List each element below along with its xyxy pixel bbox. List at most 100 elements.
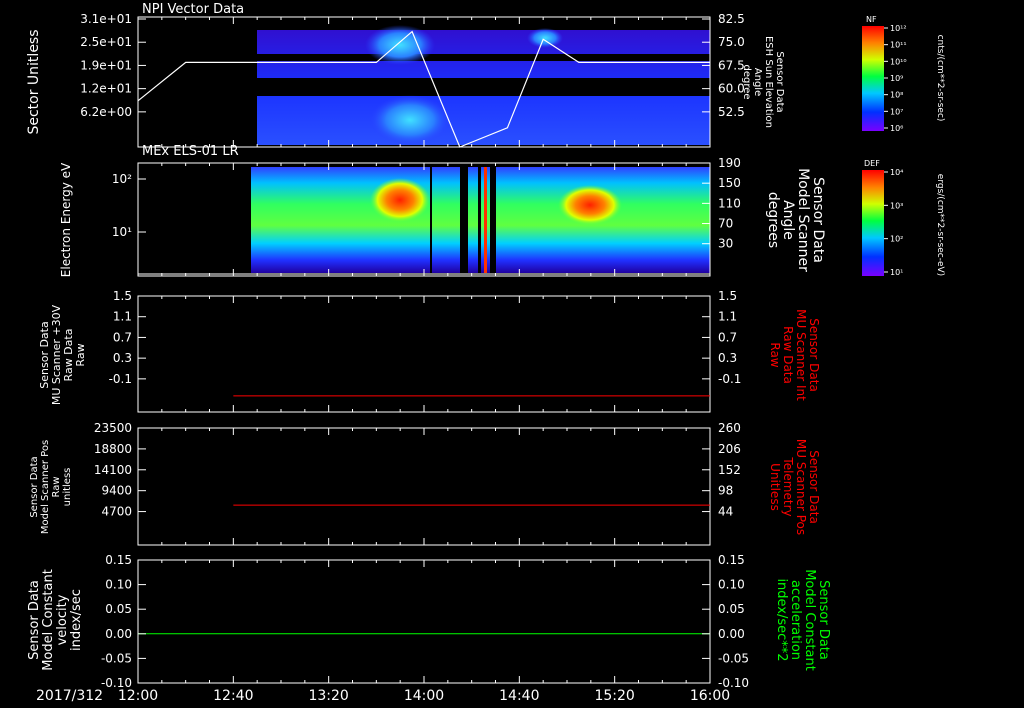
els-data-gap <box>460 167 468 273</box>
scanner-pos-frame <box>137 427 711 546</box>
y2-tick-label: 260 <box>718 421 741 435</box>
time-tick-label: 14:40 <box>499 688 539 704</box>
colorbar-tick-label: 10⁶ <box>890 124 903 133</box>
y2-tick-label: -0.1 <box>718 372 741 386</box>
els-energy-hotspot <box>370 178 430 222</box>
y2-tick-label: 1.5 <box>718 289 737 303</box>
colorbar-tick-label: 10⁹ <box>890 74 903 83</box>
y-tick-label: 0.00 <box>105 627 132 641</box>
npi-y2label-line: Angle <box>752 68 763 96</box>
colorbar-tick-label: 10¹ <box>890 268 903 277</box>
time-tick-label: 15:20 <box>594 688 634 704</box>
els-panel-title: MEx ELS-01 LR <box>142 144 239 159</box>
scanner-pos-ylabel-line: Model Scanner Pos <box>40 440 51 534</box>
raw-data-y2label-line: Raw Data <box>781 326 795 384</box>
npi-panel-title: NPI Vector Data <box>142 2 244 17</box>
y-tick-label: 9400 <box>101 484 132 498</box>
raw-data-panel: 1.5 1.1 0.7 0.3 -0.1 1.5 1.1 0.7 0.3 -0.1 Sensor … <box>38 289 821 413</box>
y2-tick-label: 0.10 <box>718 578 745 592</box>
y-tick-label: 1.2e+01 <box>80 82 132 96</box>
y2-tick-label: 150 <box>718 176 741 190</box>
els-y2label-line: Angle <box>780 200 796 240</box>
npi-flux-enhancement <box>365 25 435 65</box>
scanner-pos-panel: 23500 18800 14100 9400 4700 260 206 152 98 44 Sen… <box>29 421 821 546</box>
els-ylabel: Electron Energy eV <box>59 162 73 277</box>
y-tick-label: 0.10 <box>105 578 132 592</box>
scanner-pos-y2label-line: Telemetry <box>781 456 795 516</box>
y2-tick-label: 60.0 <box>718 82 745 96</box>
y-tick-label: 1.9e+01 <box>80 58 132 72</box>
date-label: 2017/312 <box>36 688 103 704</box>
scanner-pos-y2label: Sensor Data MU Scanner Pos Telemetry Uni… <box>768 439 821 535</box>
def-colorbar: DEF 10⁴ 10³ 10² 10¹ ergs/(cm**2-sr-sec-eV) <box>862 159 945 277</box>
raw-data-y2label-line: MU Scanner Int <box>794 309 808 401</box>
npi-y2label-line: degree <box>741 64 752 99</box>
velocity-y2label-line: Model Constant <box>802 569 817 671</box>
raw-data-y2label-line: Raw <box>768 342 782 367</box>
velocity-ylabel-line: velocity <box>55 594 70 645</box>
velocity-y2label-line: Sensor Data <box>816 580 831 660</box>
y-tick-label: -0.05 <box>101 651 132 665</box>
scanner-pos-ylabel: Sensor Data Model Scanner Pos Raw unitle… <box>29 440 73 534</box>
nf-colorbar: NF 10¹² 10¹¹ 10¹⁰ 10⁹ 10⁸ 10⁷ 10⁶ cnts/(cm**2-… <box>862 15 945 133</box>
y-tick-label: 3.1e+01 <box>80 12 132 26</box>
els-y2label: Sensor Data Model Scanner Angle degrees <box>765 168 826 272</box>
npi-flux-enhancement <box>370 95 450 145</box>
npi-flux-enhancement <box>527 28 563 48</box>
y-tick-label: 10² <box>112 172 132 186</box>
y2-tick-label: 0.00 <box>718 627 745 641</box>
def-colorbar-gradient <box>862 170 884 276</box>
colorbar-tick-label: 10³ <box>890 201 903 210</box>
npi-gap-band <box>257 54 710 61</box>
velocity-ylabel-line: Model Constant <box>41 569 56 671</box>
def-colorbar-ticks: 10⁴ 10³ 10² 10¹ <box>884 168 903 277</box>
time-tick-label: 16:00 <box>690 688 730 704</box>
y-tick-label: 4700 <box>101 505 132 519</box>
scanner-pos-ylabel-line: Sensor Data <box>29 456 40 517</box>
colorbar-tick-label: 10⁴ <box>890 168 903 177</box>
colorbar-tick-label: 10¹¹ <box>890 41 907 50</box>
colorbar-tick-label: 10¹² <box>890 24 907 33</box>
velocity-ylabel: Sensor Data Model Constant velocity inde… <box>27 569 84 671</box>
y-tick-label: 0.05 <box>105 602 132 616</box>
y-tick-label: 1.1 <box>113 310 132 324</box>
colorbar-tick-label: 10⁷ <box>890 107 903 116</box>
raw-data-frame <box>137 295 711 413</box>
y2-tick-label: 82.5 <box>718 12 745 26</box>
y-tick-label: 1.5 <box>113 289 132 303</box>
y-tick-label: 10¹ <box>112 225 132 239</box>
nf-colorbar-ticks: 10¹² 10¹¹ 10¹⁰ 10⁹ 10⁸ 10⁷ 10⁶ <box>884 24 907 133</box>
els-data-gap <box>430 167 432 273</box>
y2-tick-label: 44 <box>718 505 733 519</box>
scanner-pos-y2label-line: Unitless <box>768 463 782 511</box>
npi-panel: NPI Vector Data 3.1e+01 2.5e+01 1.9e+01 1.2… <box>26 2 785 148</box>
nf-colorbar-label: cnts/(cm**2-sr-sec) <box>935 35 945 122</box>
y-tick-label: 2.5e+01 <box>80 35 132 49</box>
scanner-pos-ylabel-line: unitless <box>62 468 73 507</box>
y2-tick-label: 98 <box>718 484 733 498</box>
y2-tick-label: 110 <box>718 196 741 210</box>
velocity-y2label-line: acceleration <box>788 580 803 660</box>
raw-data-y2label: Sensor Data MU Scanner Int Raw Data Raw <box>768 309 821 401</box>
y-tick-label: 14100 <box>94 463 132 477</box>
y-tick-label: 0.7 <box>113 330 132 344</box>
velocity-ylabel-line: Sensor Data <box>27 580 42 660</box>
y2-tick-label: 1.1 <box>718 310 737 324</box>
y2-tick-label: 0.3 <box>718 351 737 365</box>
els-y2label-line: Sensor Data <box>810 177 826 263</box>
scanner-pos-y2label-line: MU Scanner Pos <box>794 439 808 535</box>
nf-colorbar-title: NF <box>866 15 877 24</box>
els-data-gap <box>478 167 481 273</box>
npi-y2label-line: ESH Sun Elevation <box>763 36 774 128</box>
npi-gap-band <box>257 78 710 96</box>
velocity-frame <box>137 559 711 684</box>
y-tick-label: 18800 <box>94 442 132 456</box>
time-tick-label: 13:20 <box>308 688 348 704</box>
nf-colorbar-gradient <box>862 26 884 131</box>
y2-tick-label: 152 <box>718 463 741 477</box>
def-colorbar-title: DEF <box>864 159 880 168</box>
colorbar-tick-label: 10¹⁰ <box>890 57 907 66</box>
velocity-y2label: Sensor Data Model Constant acceleration … <box>774 569 831 671</box>
velocity-ylabel-line: index/sec <box>69 589 84 651</box>
npi-y2label-line: Sensor Data <box>774 51 785 112</box>
